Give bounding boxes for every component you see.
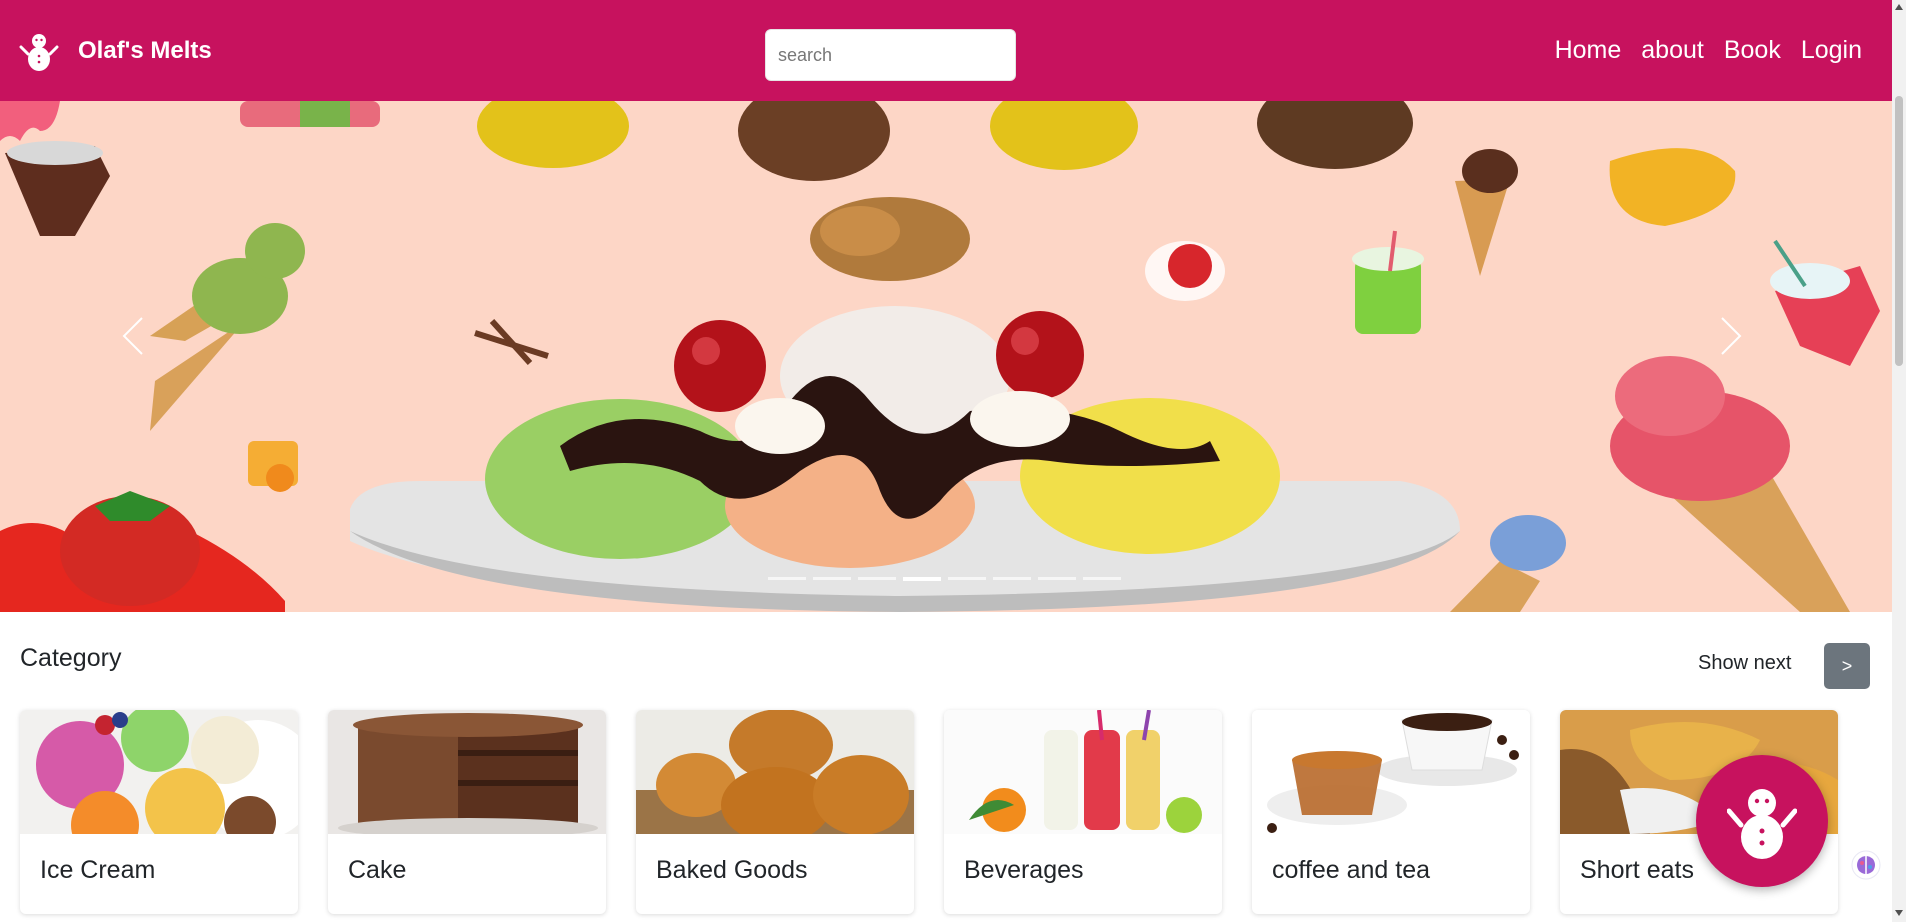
show-next-label[interactable]: Show next bbox=[1698, 652, 1791, 675]
show-next-button[interactable]: > bbox=[1824, 643, 1870, 689]
scroll-thumb[interactable] bbox=[1895, 96, 1903, 366]
carousel-indicator-active[interactable] bbox=[903, 577, 941, 581]
nav-link-about[interactable]: about bbox=[1641, 36, 1704, 65]
cake-image bbox=[328, 710, 606, 834]
snowman-icon bbox=[1727, 789, 1797, 859]
navbar: Olaf's Melts Home about Book Login bbox=[0, 0, 1892, 101]
carousel-indicator[interactable] bbox=[1038, 577, 1076, 580]
ice-cream-image bbox=[20, 710, 298, 834]
card-label: coffee and tea bbox=[1272, 856, 1431, 884]
chevron-left-icon bbox=[122, 317, 143, 355]
carousel-next-button[interactable] bbox=[1720, 316, 1760, 376]
card-label: Ice Cream bbox=[40, 856, 156, 884]
chat-bot-button[interactable] bbox=[1696, 755, 1828, 887]
hero-carousel bbox=[0, 101, 1892, 612]
coffee-and-tea-image bbox=[1252, 710, 1530, 834]
carousel-indicator[interactable] bbox=[1083, 577, 1121, 580]
beverages-image bbox=[944, 710, 1222, 834]
category-card-cake[interactable]: Cake bbox=[328, 710, 606, 914]
carousel-indicator[interactable] bbox=[858, 577, 896, 580]
nav-link-home[interactable]: Home bbox=[1555, 36, 1622, 65]
category-card-beverages[interactable]: Beverages bbox=[944, 710, 1222, 914]
search-input[interactable] bbox=[765, 29, 1016, 81]
carousel-indicators bbox=[768, 577, 1121, 581]
carousel-indicator[interactable] bbox=[993, 577, 1031, 580]
carousel-indicator[interactable] bbox=[813, 577, 851, 580]
scroll-up-arrow[interactable] bbox=[1895, 4, 1903, 10]
chevron-right-icon bbox=[1721, 317, 1742, 355]
category-card-baked-goods[interactable]: Baked Goods bbox=[636, 710, 914, 914]
nav-links: Home about Book Login bbox=[1535, 0, 1862, 101]
page: Olaf's Melts Home about Book Login bbox=[0, 0, 1906, 922]
carousel-indicator[interactable] bbox=[948, 577, 986, 580]
hero-image bbox=[0, 101, 1880, 612]
card-label: Cake bbox=[348, 856, 407, 884]
brand[interactable]: Olaf's Melts bbox=[18, 30, 212, 72]
card-label: Beverages bbox=[964, 856, 1084, 884]
brain-icon[interactable] bbox=[1851, 850, 1881, 880]
category-title: Category bbox=[20, 644, 122, 672]
carousel-indicator[interactable] bbox=[768, 577, 806, 580]
category-card-ice-cream[interactable]: Ice Cream bbox=[20, 710, 298, 914]
card-label: Baked Goods bbox=[656, 856, 808, 884]
nav-link-login[interactable]: Login bbox=[1801, 36, 1862, 65]
page-scrollbar[interactable] bbox=[1892, 0, 1906, 922]
carousel-prev-button[interactable] bbox=[122, 316, 162, 376]
scroll-down-arrow[interactable] bbox=[1895, 910, 1903, 916]
card-label: Short eats bbox=[1580, 856, 1694, 884]
snowman-icon bbox=[18, 30, 60, 72]
nav-link-book[interactable]: Book bbox=[1724, 36, 1781, 65]
brand-name: Olaf's Melts bbox=[78, 36, 212, 64]
baked-goods-image bbox=[636, 710, 914, 834]
category-card-coffee-and-tea[interactable]: coffee and tea bbox=[1252, 710, 1530, 914]
